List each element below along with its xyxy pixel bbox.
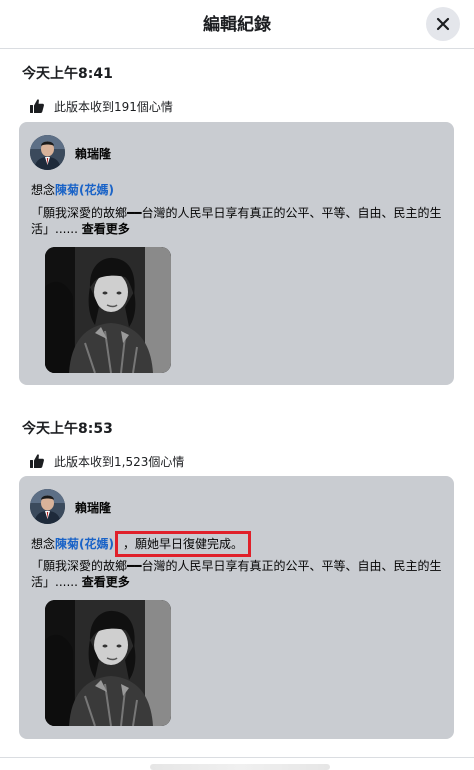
close-button[interactable] (426, 7, 460, 41)
post-author[interactable]: 賴瑞隆 (75, 499, 111, 516)
see-more-link[interactable]: 查看更多 (82, 222, 130, 236)
post-card: 賴瑞隆 想念陳菊(花媽) 「願我深愛的故鄉━━台灣的人民早日享有真正的公平、平等… (19, 122, 454, 385)
mention-link[interactable]: 陳菊(花媽) (55, 183, 114, 197)
thumbs-up-icon (29, 453, 45, 469)
post-prefix: 想念 (31, 537, 56, 551)
post-author[interactable]: 賴瑞隆 (75, 145, 111, 162)
version-timestamp: 今天上午8:53 (22, 421, 113, 437)
post-card: 賴瑞隆 想念陳菊(花媽) ，願她早日復健完成。 「願我深愛的故鄉━━台灣的人民早日… (19, 476, 454, 739)
bottom-divider (0, 757, 474, 758)
mention-link[interactable]: 陳菊(花媽) (55, 537, 114, 551)
thumbs-up-icon (29, 98, 45, 114)
modal-header: 編輯紀錄 (0, 0, 474, 49)
version-timestamp: 今天上午8:41 (22, 66, 113, 82)
post-first-line: 想念陳菊(花媽) (31, 181, 114, 198)
cut-off-content (150, 764, 330, 770)
avatar[interactable] (30, 489, 65, 524)
post-first-line: 想念陳菊(花媽) ，願她早日復健完成。 (31, 531, 252, 557)
post-photo[interactable] (45, 247, 171, 373)
avatar[interactable] (30, 135, 65, 170)
close-icon (436, 17, 450, 31)
reaction-count: 此版本收到1,523個心情 (29, 452, 184, 470)
reaction-count-text: 此版本收到191個心情 (54, 99, 173, 114)
reaction-count: 此版本收到191個心情 (29, 97, 173, 115)
post-prefix: 想念 (31, 183, 56, 197)
modal-title: 編輯紀錄 (203, 15, 271, 35)
post-body: 「願我深愛的故鄉━━台灣的人民早日享有真正的公平、平等、自由、民主的生活」...… (31, 558, 446, 590)
post-photo[interactable] (45, 600, 171, 726)
reaction-count-text: 此版本收到1,523個心情 (54, 454, 185, 469)
see-more-link[interactable]: 查看更多 (82, 575, 130, 589)
post-body: 「願我深愛的故鄉━━台灣的人民早日享有真正的公平、平等、自由、民主的生活」...… (31, 205, 446, 237)
added-text-highlight: ，願她早日復健完成。 (115, 531, 252, 557)
